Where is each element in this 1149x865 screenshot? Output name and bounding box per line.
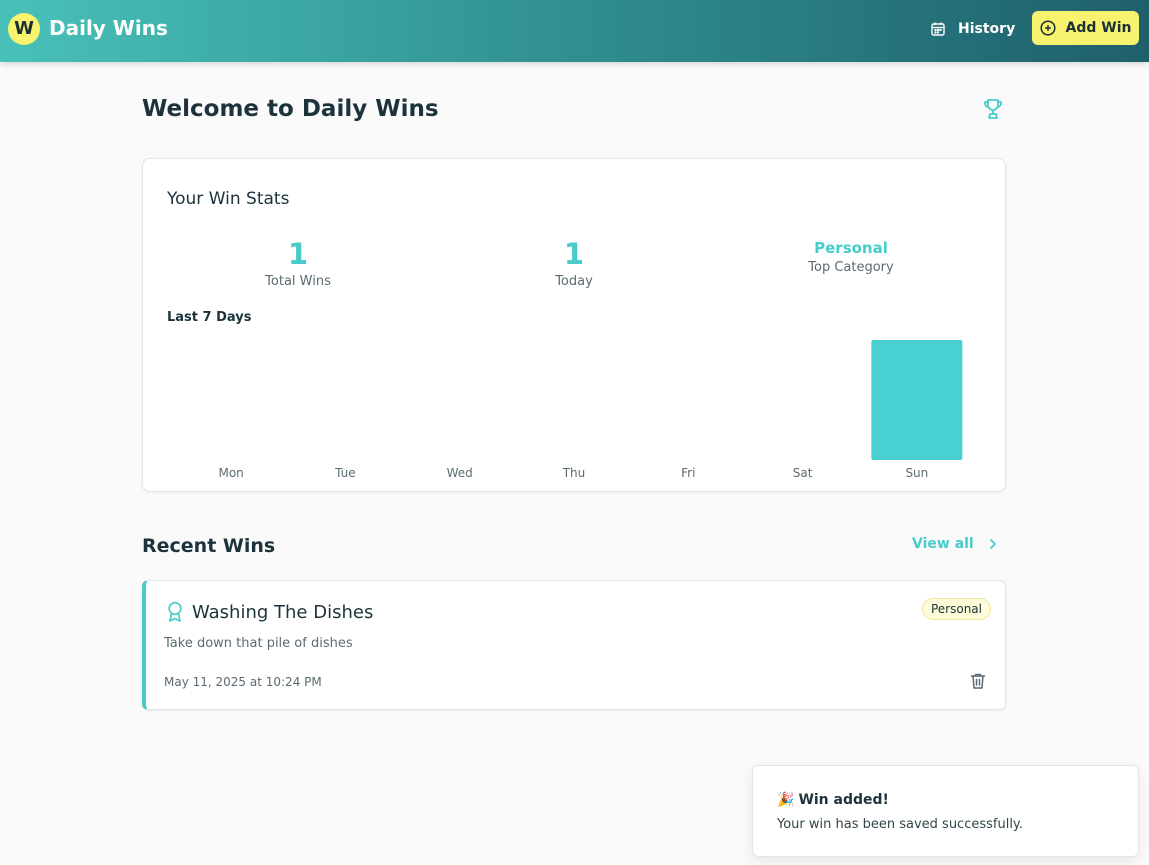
win-description: Take down that pile of dishes bbox=[164, 636, 353, 651]
history-label: History bbox=[958, 21, 1016, 37]
trophy-icon bbox=[984, 99, 1002, 119]
party-popper-icon: 🎉 bbox=[777, 792, 795, 808]
category-badge: Personal bbox=[922, 598, 991, 620]
add-win-label: Add Win bbox=[1065, 20, 1132, 36]
toast-title: 🎉 Win added! bbox=[777, 792, 889, 808]
toast-notification: 🎉 Win added! Your win has been saved suc… bbox=[752, 765, 1139, 857]
tick-label-tue: Tue bbox=[334, 466, 356, 480]
history-button[interactable]: History bbox=[930, 14, 1022, 44]
win-date: May 11, 2025 at 10:24 PM bbox=[164, 675, 322, 689]
tick-label-mon: Mon bbox=[218, 466, 243, 480]
add-win-button[interactable]: Add Win bbox=[1032, 11, 1139, 45]
tick-label-fri: Fri bbox=[681, 466, 695, 480]
tick-label-thu: Thu bbox=[562, 466, 586, 480]
win-title: Washing The Dishes bbox=[192, 602, 374, 623]
top-bar: W Daily Wins History Add Win bbox=[0, 0, 1149, 62]
view-all-link[interactable]: View all bbox=[912, 536, 998, 552]
view-all-label: View all bbox=[912, 536, 974, 552]
recent-wins-title: Recent Wins bbox=[142, 535, 276, 557]
tick-label-sun: Sun bbox=[905, 466, 928, 480]
trash-icon[interactable] bbox=[970, 672, 986, 690]
last-7-days-chart: Mon Tue Wed Thu Fri Sat Sun bbox=[218, 340, 963, 480]
app-title: Daily Wins bbox=[49, 16, 168, 40]
plus-circle-icon bbox=[1039, 20, 1056, 36]
tick-label-sat: Sat bbox=[793, 466, 813, 480]
win-card[interactable]: Washing The Dishes Personal Take down th… bbox=[142, 580, 1006, 710]
tick-label-wed: Wed bbox=[447, 466, 473, 480]
award-ribbon-icon bbox=[168, 601, 182, 622]
bar-sun bbox=[871, 340, 963, 460]
chevron-right-icon bbox=[989, 539, 996, 549]
calendar-icon bbox=[931, 22, 945, 36]
toast-message: Your win has been saved successfully. bbox=[777, 817, 1023, 832]
page-title: Welcome to Daily Wins bbox=[142, 96, 439, 122]
win-stats-card: Your Win Stats 1 Total Wins 1 Today Pers… bbox=[142, 158, 1006, 492]
toast-title-text: Win added! bbox=[798, 792, 889, 808]
logo-badge: W bbox=[8, 13, 40, 45]
